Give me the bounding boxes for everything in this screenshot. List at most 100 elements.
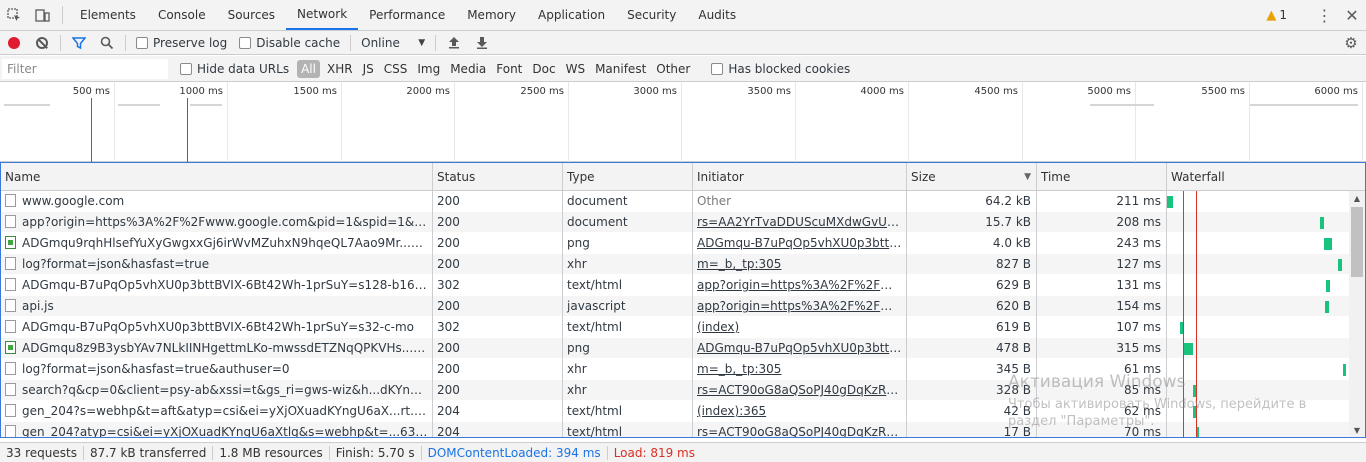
cell-initiator[interactable]: rs=ACT90oG8aQSoPJ40gDqKzRKkjB...: [693, 422, 907, 437]
column-header-name[interactable]: Name: [1, 163, 433, 191]
filter-type-manifest[interactable]: Manifest: [590, 60, 651, 78]
cell-initiator[interactable]: m=_b,_tp:305: [693, 254, 907, 275]
cell-type: text/html: [563, 317, 693, 338]
checkbox-box[interactable]: [136, 36, 148, 49]
clear-button[interactable]: [28, 31, 56, 55]
cell-size: 64.2 kB: [907, 191, 1037, 212]
overview-tick-label: 500 ms: [72, 86, 110, 97]
filter-type-other[interactable]: Other: [651, 60, 695, 78]
column-header-time[interactable]: Time: [1037, 163, 1167, 191]
network-summary-bar: 33 requests 87.7 kB transferred 1.8 MB r…: [0, 442, 1366, 462]
table-row[interactable]: gen_204?atyp=csi&ei=yXjOXuadKYngU6aXtlg&…: [1, 422, 1349, 437]
table-row[interactable]: app?origin=https%3A%2F%2Fwww.google.com&…: [1, 212, 1349, 233]
network-overview[interactable]: 500 ms 1000 ms 1500 ms 2000 ms 2500 ms 3000 m…: [0, 82, 1366, 162]
table-row[interactable]: ADGmqu9rqhHlsefYuXyGwgxxGj6irWvMZuhxN9hq…: [1, 233, 1349, 254]
cell-waterfall: [1167, 254, 1349, 275]
cell-type: text/html: [563, 275, 693, 296]
cell-size: 17 B: [907, 422, 1037, 437]
device-toggle-icon[interactable]: [28, 0, 56, 30]
checkbox-box[interactable]: [239, 36, 252, 49]
table-row[interactable]: log?format=json&hasfast=true&authuser=0 2…: [1, 359, 1349, 380]
overview-tick-label: 5500 ms: [1201, 86, 1245, 97]
table-row[interactable]: api.js 200 javascript app?origin=https%3A%2…: [1, 296, 1349, 317]
column-header-status[interactable]: Status: [433, 163, 563, 191]
table-row[interactable]: ADGmqu-B7uPqOp5vhXU0p3bttBVIX-6Bt42Wh-1p…: [1, 275, 1349, 296]
inspect-element-icon[interactable]: [0, 0, 28, 30]
cell-status: 200: [433, 296, 563, 317]
request-name: www.google.com: [22, 194, 125, 208]
search-button[interactable]: [93, 31, 121, 55]
table-row[interactable]: www.google.com 200 document Other 64.2 kB 211…: [1, 191, 1349, 212]
download-icon: [477, 37, 488, 49]
cell-initiator[interactable]: ADGmqu-B7uPqOp5vhXU0p3bttBVIX...: [693, 338, 907, 359]
tab-sources[interactable]: Sources: [217, 0, 286, 30]
settings-gear-icon[interactable]: ⚙: [1336, 34, 1366, 52]
cell-initiator[interactable]: ADGmqu-B7uPqOp5vhXU0p3bttBVIX...: [693, 233, 907, 254]
tab-elements[interactable]: Elements: [69, 0, 147, 30]
disable-cache-checkbox[interactable]: Disable cache: [233, 36, 346, 50]
search-icon: [100, 36, 114, 49]
tab-performance[interactable]: Performance: [358, 0, 456, 30]
tab-console[interactable]: Console: [147, 0, 217, 30]
filter-bar: Hide data URLs AllXHRJSCSSImgMediaFontDo…: [0, 56, 1366, 82]
filter-toggle-button[interactable]: [65, 31, 93, 55]
cell-initiator[interactable]: (index): [693, 317, 907, 338]
checkbox-box[interactable]: [180, 62, 192, 75]
cell-initiator[interactable]: rs=ACT90oG8aQSoPJ40gDqKzRKkjB...: [693, 380, 907, 401]
column-header-waterfall[interactable]: Waterfall: [1167, 163, 1365, 191]
warning-count: 1: [1279, 8, 1287, 22]
has-blocked-cookies-checkbox[interactable]: Has blocked cookies: [705, 62, 856, 76]
tab-audits[interactable]: Audits: [687, 0, 747, 30]
more-options-icon[interactable]: ⋮: [1310, 6, 1338, 25]
filter-type-media[interactable]: Media: [445, 60, 491, 78]
table-row[interactable]: ADGmqu8z9B3ysbYAv7NLkIINHgettmLKo-mwssdE…: [1, 338, 1349, 359]
filter-type-all[interactable]: All: [297, 59, 320, 78]
table-row[interactable]: search?q&cp=0&client=psy-ab&xssi=t&gs_ri…: [1, 380, 1349, 401]
filter-type-ws[interactable]: WS: [561, 60, 590, 78]
throttling-select[interactable]: Online ▼: [355, 36, 431, 50]
column-header-type[interactable]: Type: [563, 163, 693, 191]
table-row[interactable]: ADGmqu-B7uPqOp5vhXU0p3bttBVIX-6Bt42Wh-1p…: [1, 317, 1349, 338]
tab-memory[interactable]: Memory: [456, 0, 527, 30]
scroll-up-icon[interactable]: ▲: [1349, 191, 1365, 205]
filter-type-css[interactable]: CSS: [379, 60, 413, 78]
image-file-icon: [5, 341, 16, 354]
filter-input[interactable]: [2, 58, 168, 79]
filter-type-img[interactable]: Img: [412, 60, 445, 78]
column-header-initiator[interactable]: Initiator: [693, 163, 907, 191]
filter-type-doc[interactable]: Doc: [527, 60, 560, 78]
record-button[interactable]: [0, 31, 28, 55]
cell-initiator[interactable]: app?origin=https%3A%2F%2Fwww.g...: [693, 296, 907, 317]
filter-icon: [72, 36, 86, 49]
checkbox-box[interactable]: [711, 62, 724, 75]
hide-data-urls-checkbox[interactable]: Hide data URLs: [174, 62, 295, 76]
cell-status: 200: [433, 233, 563, 254]
preserve-log-checkbox[interactable]: Preserve log: [130, 36, 233, 50]
cell-size: 478 B: [907, 338, 1037, 359]
scroll-down-icon[interactable]: ▼: [1349, 423, 1365, 437]
waterfall-bar: [1324, 238, 1332, 250]
filter-type-xhr[interactable]: XHR: [322, 60, 358, 78]
cell-initiator[interactable]: m=_b,_tp:305: [693, 359, 907, 380]
export-har-button[interactable]: [468, 31, 496, 55]
tab-security[interactable]: Security: [616, 0, 687, 30]
cell-initiator[interactable]: app?origin=https%3A%2F%2Fwww.g...: [693, 275, 907, 296]
filter-type-js[interactable]: JS: [358, 60, 379, 78]
cell-initiator[interactable]: rs=AA2YrTvaDDUScuMXdwGvUGkB7...: [693, 212, 907, 233]
cell-initiator[interactable]: (index):365: [693, 401, 907, 422]
cell-time: 208 ms: [1037, 212, 1167, 233]
column-header-size[interactable]: Size ▼: [907, 163, 1037, 191]
table-row[interactable]: gen_204?s=webhp&t=aft&atyp=csi&ei=yXjOXu…: [1, 401, 1349, 422]
table-row[interactable]: log?format=json&hasfast=true 200 xhr m=_b,_…: [1, 254, 1349, 275]
tab-network[interactable]: Network: [286, 0, 359, 30]
close-icon[interactable]: ✕: [1338, 6, 1366, 25]
filter-type-font[interactable]: Font: [491, 60, 527, 78]
cell-size: 629 B: [907, 275, 1037, 296]
table-scrollbar[interactable]: ▲ ▼: [1349, 191, 1365, 437]
tab-application[interactable]: Application: [527, 0, 616, 30]
scrollbar-thumb[interactable]: [1351, 207, 1363, 277]
sort-descending-icon: ▼: [1024, 172, 1031, 182]
warning-counter[interactable]: ▲ 1: [1256, 8, 1297, 23]
import-har-button[interactable]: [440, 31, 468, 55]
cell-waterfall: [1167, 317, 1349, 338]
